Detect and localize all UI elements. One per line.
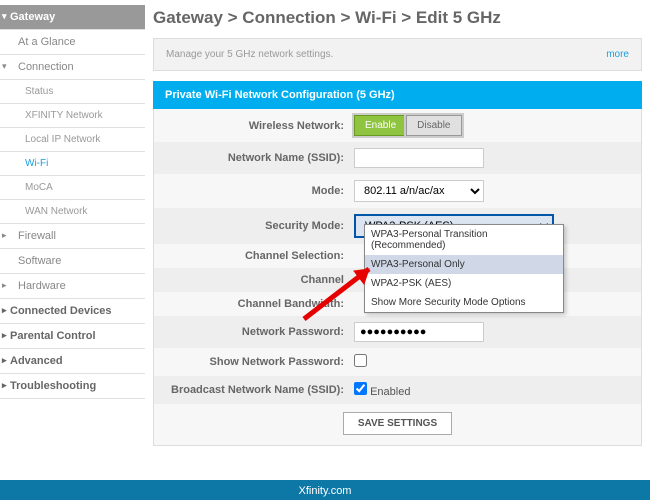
sidebar: Gateway At a Glance Connection Status XF… — [0, 0, 145, 480]
sidebar-troubleshooting[interactable]: Troubleshooting — [0, 374, 145, 399]
label: Hardware — [18, 280, 66, 292]
sidebar-gateway[interactable]: Gateway — [0, 5, 145, 30]
sidebar-at-a-glance[interactable]: At a Glance — [0, 30, 145, 55]
sidebar-software[interactable]: Software — [0, 249, 145, 274]
sidebar-status[interactable]: Status — [0, 80, 145, 104]
label: XFINITY Network — [25, 110, 103, 121]
sidebar-xfinity-network[interactable]: XFINITY Network — [0, 104, 145, 128]
sidebar-wan[interactable]: WAN Network — [0, 200, 145, 224]
panel-body: Wireless Network: EnableDisable Network … — [153, 109, 642, 446]
breadcrumb: Gateway > Connection > Wi-Fi > Edit 5 GH… — [153, 8, 642, 28]
channel-sel-label: Channel Selection: — [154, 250, 354, 262]
enable-button[interactable]: Enable — [354, 115, 407, 136]
security-option-wpa3-transition[interactable]: WPA3-Personal Transition (Recommended) — [365, 225, 563, 255]
label: Connected Devices — [10, 305, 111, 317]
bandwidth-label: Channel Bandwidth: — [154, 298, 354, 310]
security-option-wpa3-only[interactable]: WPA3-Personal Only — [365, 255, 563, 274]
label: Troubleshooting — [10, 380, 96, 392]
security-label: Security Mode: — [154, 220, 354, 232]
label: Wi-Fi — [25, 158, 48, 169]
sidebar-firewall[interactable]: Firewall — [0, 224, 145, 249]
footer[interactable]: Xfinity.com — [0, 480, 650, 500]
ssid-input[interactable] — [354, 148, 484, 168]
label: Software — [18, 255, 61, 267]
notice-text: Manage your 5 GHz network settings. — [166, 49, 333, 60]
password-input[interactable] — [354, 322, 484, 342]
disable-button[interactable]: Disable — [406, 115, 461, 136]
sidebar-parental-control[interactable]: Parental Control — [0, 324, 145, 349]
label: Parental Control — [10, 330, 96, 342]
broadcast-enabled-text: Enabled — [370, 386, 410, 398]
security-option-wpa2-psk[interactable]: WPA2-PSK (AES) — [365, 274, 563, 293]
main-content: Gateway > Connection > Wi-Fi > Edit 5 GH… — [145, 0, 650, 480]
label: Firewall — [18, 230, 56, 242]
label: WAN Network — [25, 206, 87, 217]
label: Connection — [18, 61, 74, 73]
sidebar-moca[interactable]: MoCA — [0, 176, 145, 200]
broadcast-checkbox[interactable] — [354, 382, 367, 395]
wireless-label: Wireless Network: — [154, 120, 354, 132]
security-option-show-more[interactable]: Show More Security Mode Options — [365, 293, 563, 312]
ssid-label: Network Name (SSID): — [154, 152, 354, 164]
show-pw-checkbox[interactable] — [354, 354, 367, 367]
panel-header: Private Wi-Fi Network Configuration (5 G… — [153, 81, 642, 109]
label: Local IP Network — [25, 134, 100, 145]
label: Status — [25, 86, 53, 97]
sidebar-wifi[interactable]: Wi-Fi — [0, 152, 145, 176]
label: At a Glance — [18, 36, 75, 48]
sidebar-connected-devices[interactable]: Connected Devices — [0, 299, 145, 324]
notice-bar: Manage your 5 GHz network settings. more — [153, 38, 642, 71]
password-label: Network Password: — [154, 326, 354, 338]
sidebar-advanced[interactable]: Advanced — [0, 349, 145, 374]
channel-label: Channel — [154, 274, 354, 286]
label: Gateway — [10, 11, 55, 23]
broadcast-label: Broadcast Network Name (SSID): — [154, 384, 354, 396]
label: MoCA — [25, 182, 53, 193]
mode-label: Mode: — [154, 185, 354, 197]
save-button[interactable]: SAVE SETTINGS — [343, 412, 452, 435]
sidebar-local-ip[interactable]: Local IP Network — [0, 128, 145, 152]
label: Advanced — [10, 355, 63, 367]
more-link[interactable]: more — [606, 49, 629, 60]
sidebar-connection[interactable]: Connection — [0, 55, 145, 80]
mode-select[interactable]: 802.11 a/n/ac/ax — [354, 180, 484, 202]
show-pw-label: Show Network Password: — [154, 356, 354, 368]
sidebar-hardware[interactable]: Hardware — [0, 274, 145, 299]
security-dropdown: WPA3-Personal Transition (Recommended) W… — [364, 224, 564, 313]
